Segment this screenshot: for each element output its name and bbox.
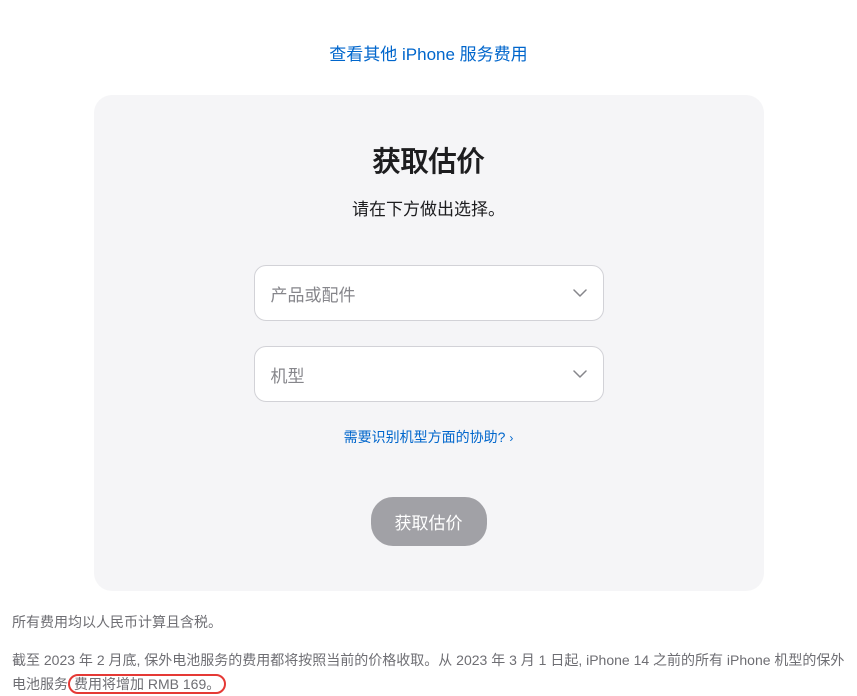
product-select[interactable]: 产品或配件 [254, 265, 604, 321]
page-container: 查看其他 iPhone 服务费用 获取估价 请在下方做出选择。 产品或配件 机型 [0, 0, 857, 696]
help-link-wrapper: 需要识别机型方面的协助?› [114, 427, 744, 447]
card-subtitle: 请在下方做出选择。 [114, 195, 744, 220]
footer-line1: 所有费用均以人民币计算且含税。 [12, 611, 845, 635]
chevron-down-icon [573, 370, 587, 378]
model-select-placeholder: 机型 [271, 362, 305, 387]
model-select[interactable]: 机型 [254, 346, 604, 402]
card-title: 获取估价 [114, 140, 744, 180]
product-select-wrapper: 产品或配件 [254, 265, 604, 321]
price-increase-highlight: 费用将增加 RMB 169。 [68, 674, 226, 694]
top-link-wrapper: 查看其他 iPhone 服务费用 [10, 0, 847, 95]
get-estimate-button[interactable]: 获取估价 [371, 497, 487, 546]
help-link-label: 需要识别机型方面的协助? [344, 429, 506, 445]
model-select-wrapper: 机型 [254, 346, 604, 402]
product-select-placeholder: 产品或配件 [271, 281, 356, 306]
footer-text: 所有费用均以人民币计算且含税。 截至 2023 年 2 月底, 保外电池服务的费… [10, 591, 847, 696]
estimate-card: 获取估价 请在下方做出选择。 产品或配件 机型 需要识别机型方面的协助?› [94, 95, 764, 591]
chevron-down-icon [573, 289, 587, 297]
footer-line2: 截至 2023 年 2 月底, 保外电池服务的费用都将按照当前的价格收取。从 2… [12, 649, 845, 696]
help-identify-link[interactable]: 需要识别机型方面的协助?› [344, 429, 514, 445]
other-services-link[interactable]: 查看其他 iPhone 服务费用 [329, 45, 527, 64]
chevron-right-icon: › [509, 431, 513, 445]
